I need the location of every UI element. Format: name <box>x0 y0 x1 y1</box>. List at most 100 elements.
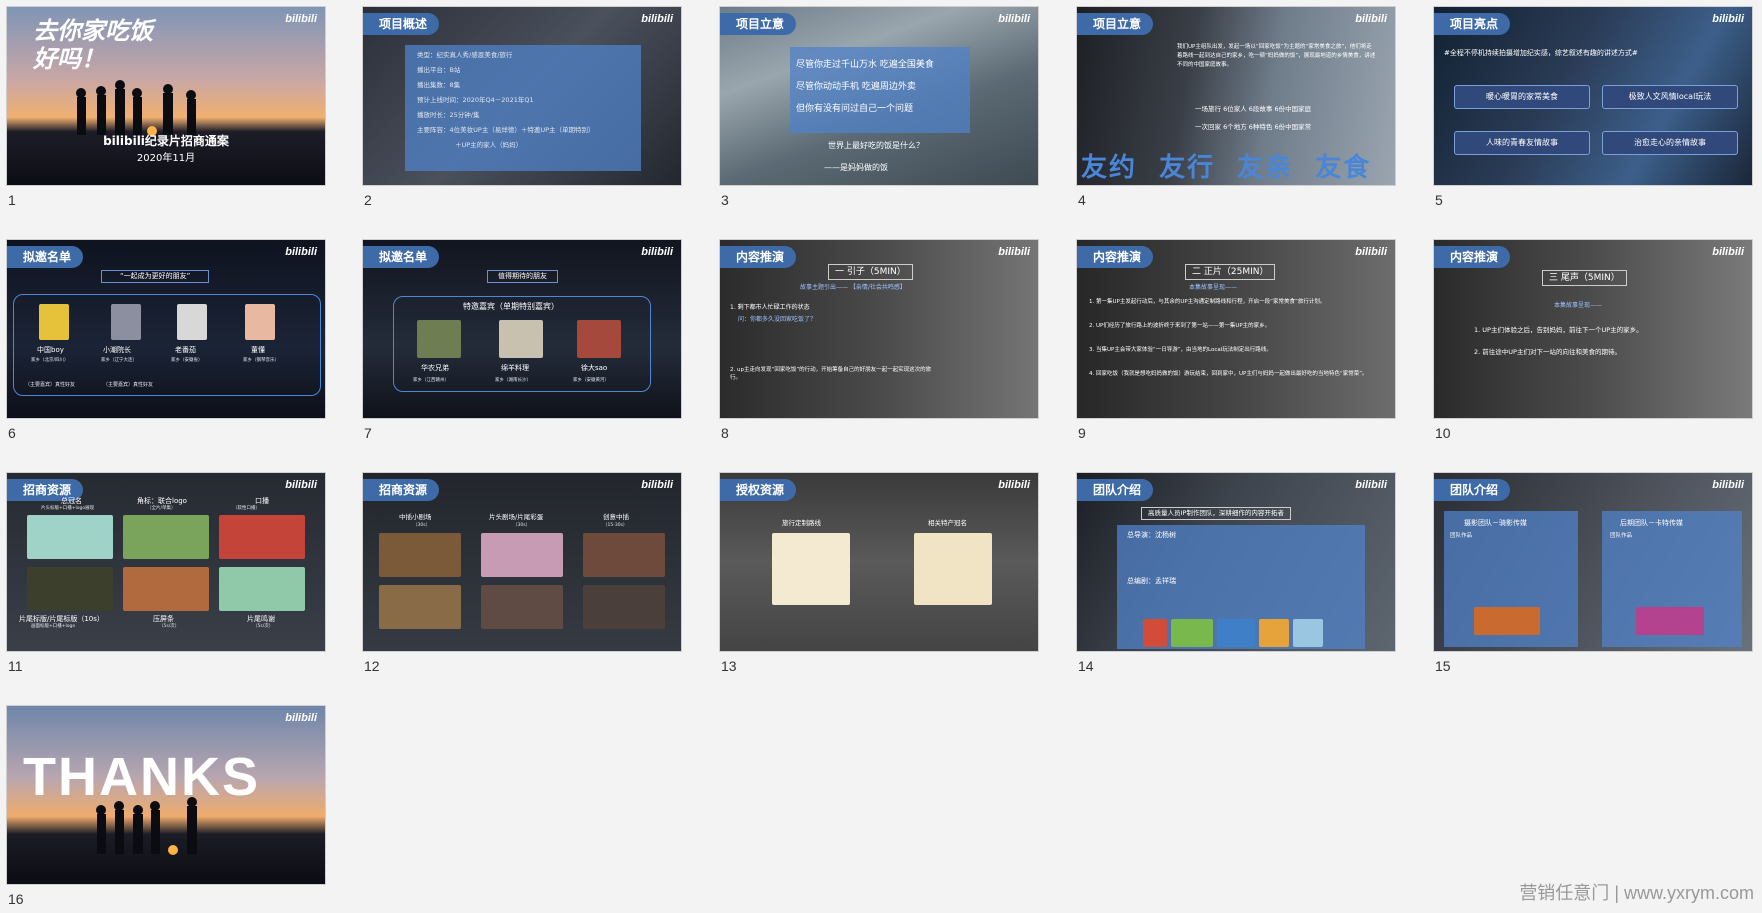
bilibili-logo: bilibili <box>998 13 1030 25</box>
slide-10-canvas: 内容推演 bilibili 三 尾声（5MIN） 本集故事呈现—— 1. UP主… <box>1433 239 1753 419</box>
slide-1-canvas: bilibili 去你家吃饭 好吗！ bilibili纪录片招商通案 2020年… <box>6 6 326 186</box>
slide-thumbnail-7[interactable]: 拟邀名单 bilibili 值得期待的朋友 特邀嘉宾（单期特别嘉宾） 华农兄弟 … <box>362 239 682 447</box>
poster-5 <box>1293 619 1323 647</box>
section-theme: 故事主题引出—— 【亲情/社会共鸣感】 <box>800 284 906 291</box>
slide-thumbnail-10[interactable]: 内容推演 bilibili 三 尾声（5MIN） 本集故事呈现—— 1. UP主… <box>1433 239 1753 447</box>
slide-16-canvas: bilibili THANKS <box>6 705 326 885</box>
overview-line-4: 预计上线时间：2020年Q4－2021年Q1 <box>417 96 534 104</box>
guest-desc-1: 家乡（北京/四川） <box>31 358 69 363</box>
team-right-title: 后期团队－卡特传媒 <box>1620 519 1683 527</box>
guest-note-left: （主要嘉宾）真性好友 <box>25 382 76 388</box>
special-guest-title: 特邀嘉宾（单期特别嘉宾） <box>463 302 559 311</box>
slide-thumbnail-5[interactable]: 项目亮点 bilibili #全程不停机持续拍摄增加纪实感，综艺叙述有趣的讲述方… <box>1433 6 1753 214</box>
section-tag: 拟邀名单 <box>363 246 440 268</box>
works-poster-left <box>1474 607 1540 635</box>
guest-name-1: 中国boy <box>37 346 64 354</box>
slide-thumbnail-14[interactable]: 团队介绍 bilibili 高质量人员IP制作团队，深耕细作的内容开拓者 总导演… <box>1076 472 1396 680</box>
guest-name-3: 徐大sao <box>581 364 608 372</box>
slide-thumbnail-2[interactable]: 项目概述 bilibili 类型：纪实真人秀/感恩美食/旅行 播出平台：B站 播… <box>362 6 682 214</box>
team-left-works-label: 团队作品 <box>1450 533 1473 539</box>
bilibili-logo: bilibili <box>1712 246 1744 258</box>
slide-thumbnail-13[interactable]: 授权资源 bilibili 旅行定制路线 相关特产冠名 13 <box>719 472 1039 680</box>
resource-image-2 <box>481 533 563 577</box>
point-2: 2. UP们经历了旅行路上的波折终于来到了第一站——第一集UP主的家乡。 <box>1089 323 1271 329</box>
section-tag: 团队介绍 <box>1077 479 1154 501</box>
slide-number: 2 <box>364 192 372 208</box>
question-1: 世界上最好吃的饭是什么？ <box>828 141 924 150</box>
resource-image-5 <box>123 567 209 611</box>
resource-sub-6: （5s/次） <box>253 624 274 629</box>
director-name: 总导演：沈杨树 <box>1127 531 1176 539</box>
slide-thumbnail-1[interactable]: bilibili 去你家吃饭 好吗！ bilibili纪录片招商通案 2020年… <box>6 6 326 214</box>
highlight-headline: #全程不停机持续拍摄增加纪实感，综艺叙述有趣的讲述方式# <box>1444 49 1638 57</box>
slide-number: 4 <box>1078 192 1086 208</box>
slide-thumbnail-11[interactable]: 招商资源 bilibili 总冠名 片头标版+口播+logo展现 角标：联合lo… <box>6 472 326 680</box>
slide-number: 3 <box>721 192 729 208</box>
overview-line-5: 播放时长：25分钟/集 <box>417 111 480 119</box>
overview-line-7: ＋UP主的家人（妈妈） <box>455 141 523 149</box>
resource-sub-1: （30s） <box>413 523 431 528</box>
deck-title: bilibili纪录片招商通案 <box>103 134 229 148</box>
point-2: 2. 前往途中UP主们对下一站的向往和美食的期待。 <box>1474 348 1621 356</box>
slide-number: 8 <box>721 425 729 441</box>
section-tag: 项目立意 <box>720 13 797 35</box>
slide-number: 16 <box>8 891 24 907</box>
slide-4-canvas: 项目立意 bilibili 我们UP主组队出发，发起一场以“回家吃饭”为主题的“… <box>1076 6 1396 186</box>
list-subtitle: “一起成为更好的朋友” <box>101 270 210 284</box>
resource-sub-3: （15-30s） <box>603 523 628 528</box>
guest-photo-2 <box>111 304 141 340</box>
guest-desc-4: 家乡（钢琴音乐） <box>243 358 279 363</box>
slide-number: 10 <box>1435 425 1451 441</box>
intro-paragraph: 我们UP主组队出发，发起一场以“回家吃饭”为主题的“家常美食之旅”，他们将走着路… <box>1177 44 1376 68</box>
statement-1: 尽管你走过千山万水 吃遍全国美食 <box>796 60 934 70</box>
poster-3 <box>1217 619 1255 647</box>
resource-image-6 <box>219 567 305 611</box>
slide-thumbnail-8[interactable]: 内容推演 bilibili 一 引子（5MIN） 故事主题引出—— 【亲情/社会… <box>719 239 1039 447</box>
resource-sub-2: （30s） <box>513 523 531 528</box>
section-heading: 二 正片（25MIN） <box>1185 264 1276 281</box>
section-tag: 团队介绍 <box>1434 479 1511 501</box>
slide-sorter-grid: bilibili 去你家吃饭 好吗！ bilibili纪录片招商通案 2020年… <box>0 0 1762 911</box>
guest-desc-2: 家乡（湖南长沙） <box>495 378 531 383</box>
question-2: ——是妈妈做的饭 <box>824 163 888 172</box>
point-3: 3. 当集UP主会带大家体验“一日导游”，由当地的Local玩法制定出行路线。 <box>1089 347 1272 353</box>
resource-image-5 <box>481 585 563 629</box>
section-tag: 招商资源 <box>363 479 440 501</box>
bilibili-logo: bilibili <box>1712 13 1744 25</box>
overview-line-1: 类型：纪实真人秀/感恩美食/旅行 <box>417 51 513 59</box>
section-tag: 项目立意 <box>1077 13 1154 35</box>
team-left-title: 摄影团队－骑影传媒 <box>1464 519 1527 527</box>
license-label-1: 旅行定制路线 <box>782 519 821 527</box>
section-heading: 一 引子（5MIN） <box>828 264 913 281</box>
bilibili-logo: bilibili <box>641 479 673 491</box>
slide-15-canvas: 团队介绍 bilibili 摄影团队－骑影传媒 后期团队－卡特传媒 团队作品 团… <box>1433 472 1753 652</box>
slide-thumbnail-3[interactable]: 项目立意 bilibili 尽管你走过千山万水 吃遍全国美食 尽管你动动手机 吃… <box>719 6 1039 214</box>
slide-13-canvas: 授权资源 bilibili 旅行定制路线 相关特产冠名 <box>719 472 1039 652</box>
resource-image-1 <box>27 515 113 559</box>
point-1: 1. 第一集UP主发起行动后，与其余的UP主沟通定制路线和行程，开启一段“家常美… <box>1089 299 1326 305</box>
slide-thumbnail-16[interactable]: bilibili THANKS 16 <box>6 705 326 913</box>
bilibili-logo: bilibili <box>1355 246 1387 258</box>
slide-number: 12 <box>364 658 380 674</box>
bilibili-logo: bilibili <box>1355 13 1387 25</box>
slogan: 友约 友行 友亲 友食 <box>1081 153 1372 183</box>
slide-12-canvas: 招商资源 bilibili 中插小剧场 （30s） 片头剧场/片尾彩蛋 （30s… <box>362 472 682 652</box>
slide-14-canvas: 团队介绍 bilibili 高质量人员IP制作团队，深耕细作的内容开拓者 总导演… <box>1076 472 1396 652</box>
poster-1 <box>1143 619 1167 647</box>
section-tag: 内容推演 <box>1077 246 1154 268</box>
slide-thumbnail-6[interactable]: 拟邀名单 bilibili “一起成为更好的朋友” 中国boy 小潮院长 老番茄… <box>6 239 326 447</box>
deck-date: 2020年11月 <box>136 153 196 164</box>
slide-thumbnail-4[interactable]: 项目立意 bilibili 我们UP主组队出发，发起一场以“回家吃饭”为主题的“… <box>1076 6 1396 214</box>
slide-thumbnail-15[interactable]: 团队介绍 bilibili 摄影团队－骑影传媒 后期团队－卡特传媒 团队作品 团… <box>1433 472 1753 680</box>
resource-sub-1: 片头标版+口播+logo展现 <box>41 506 95 511</box>
resource-image-6 <box>583 585 665 629</box>
slide-3-canvas: 项目立意 bilibili 尽管你走过千山万水 吃遍全国美食 尽管你动动手机 吃… <box>719 6 1039 186</box>
bilibili-logo: bilibili <box>285 479 317 491</box>
slide-thumbnail-9[interactable]: 内容推演 bilibili 二 正片（25MIN） 本集故事呈现—— 1. 第一… <box>1076 239 1396 447</box>
people-silhouette-image <box>76 80 196 136</box>
resource-sub-2: （全片/单集） <box>147 506 176 511</box>
slide-thumbnail-12[interactable]: 招商资源 bilibili 中插小剧场 （30s） 片头剧场/片尾彩蛋 （30s… <box>362 472 682 680</box>
bilibili-logo: bilibili <box>285 246 317 258</box>
guest-photo-2 <box>499 320 543 358</box>
summary-row-1: 一场旅行 6位家人 6段故事 6份中国家庭 <box>1195 105 1312 113</box>
